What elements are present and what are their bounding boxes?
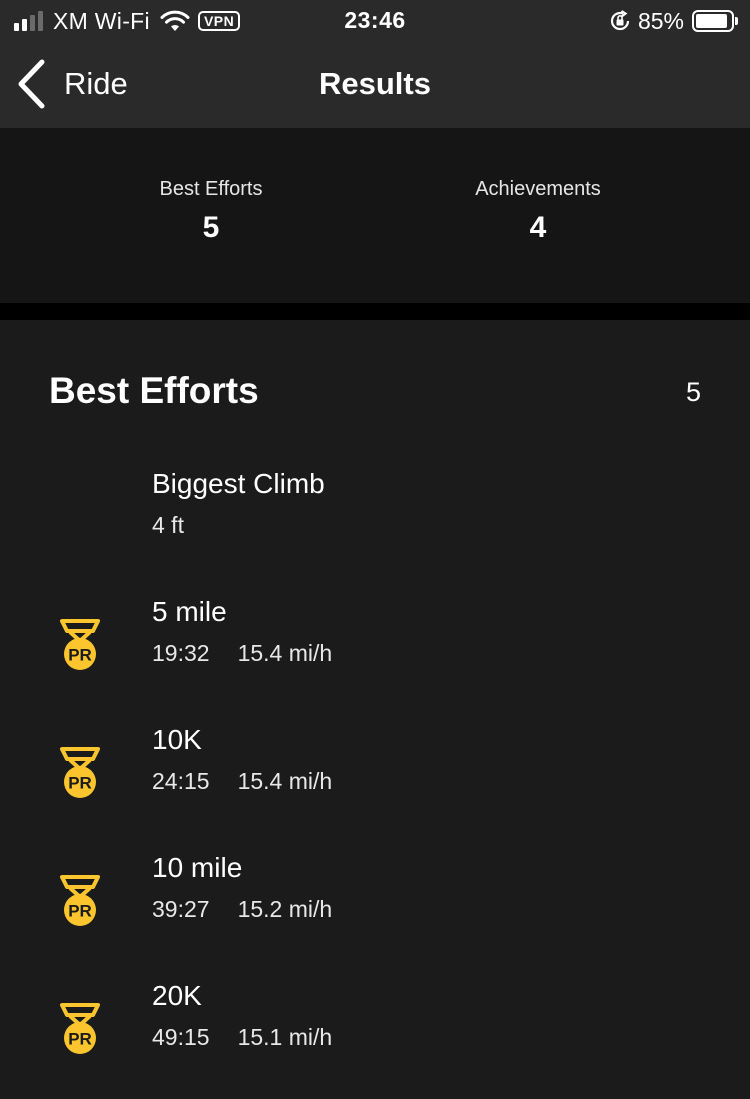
effort-time: 24:15 [152, 768, 210, 794]
best-efforts-stat-value: 5 [202, 211, 220, 244]
effort-metrics: 24:15 15.4 mi/h [152, 768, 332, 795]
effort-speed: 15.4 mi/h [237, 768, 333, 794]
pr-medal-icon: PR [60, 747, 100, 798]
navigation-bar: Ride Results [0, 42, 750, 128]
effort-speed: 15.1 mi/h [237, 1024, 333, 1050]
effort-name: 20K [152, 980, 202, 1011]
orientation-lock-icon [610, 10, 630, 31]
best-efforts-stat[interactable]: Best Efforts 5 [61, 178, 361, 245]
effort-time: 19:32 [152, 640, 210, 666]
effort-speed: 15.2 mi/h [237, 896, 333, 922]
svg-text:PR: PR [68, 1030, 92, 1049]
effort-time: 49:15 [152, 1024, 210, 1050]
achievements-stat[interactable]: Achievements 4 [388, 178, 688, 245]
status-right: 85% [608, 7, 738, 35]
effort-metrics: 49:15 15.1 mi/h [152, 1024, 332, 1051]
effort-name: 5 mile [152, 596, 227, 627]
effort-value: 4 ft [152, 512, 184, 538]
effort-metrics: 39:27 15.2 mi/h [152, 896, 332, 923]
best-efforts-section: Best Efforts 5 Biggest Climb 4 ft PR 5 m… [0, 320, 750, 1099]
svg-text:PR: PR [68, 902, 92, 921]
battery-icon [692, 10, 738, 32]
effort-row-biggest-climb[interactable]: Biggest Climb 4 ft [0, 468, 750, 578]
results-summary: Best Efforts 5 Achievements 4 [0, 128, 750, 303]
effort-time: 39:27 [152, 896, 210, 922]
effort-row-5-mile[interactable]: PR 5 mile 19:32 15.4 mi/h [0, 596, 750, 706]
battery-percent: 85% [637, 7, 684, 34]
page-title: Results [319, 66, 431, 101]
effort-speed: 15.4 mi/h [237, 640, 333, 666]
svg-text:PR: PR [68, 774, 92, 793]
effort-row-20k[interactable]: PR 20K 49:15 15.1 mi/h [0, 980, 750, 1090]
effort-metrics: 19:32 15.4 mi/h [152, 640, 332, 667]
achievements-stat-value: 4 [529, 211, 547, 244]
effort-row-10k[interactable]: PR 10K 24:15 15.4 mi/h [0, 724, 750, 834]
section-title: Best Efforts [49, 370, 259, 411]
effort-name: 10 mile [152, 852, 243, 883]
svg-text:PR: PR [68, 646, 92, 665]
achievements-stat-label: Achievements [475, 178, 601, 200]
effort-name: Biggest Climb [152, 468, 325, 499]
status-bar: XM Wi-Fi VPN 23:46 85% [0, 0, 750, 42]
effort-metrics: 4 ft [152, 512, 184, 539]
section-count: 5 [685, 377, 701, 407]
best-efforts-stat-label: Best Efforts [159, 178, 263, 200]
pr-medal-icon: PR [60, 1003, 100, 1054]
pr-medal-icon: PR [60, 875, 100, 926]
effort-row-10-mile[interactable]: PR 10 mile 39:27 15.2 mi/h [0, 852, 750, 962]
effort-name: 10K [152, 724, 202, 755]
pr-medal-icon: PR [60, 619, 100, 670]
